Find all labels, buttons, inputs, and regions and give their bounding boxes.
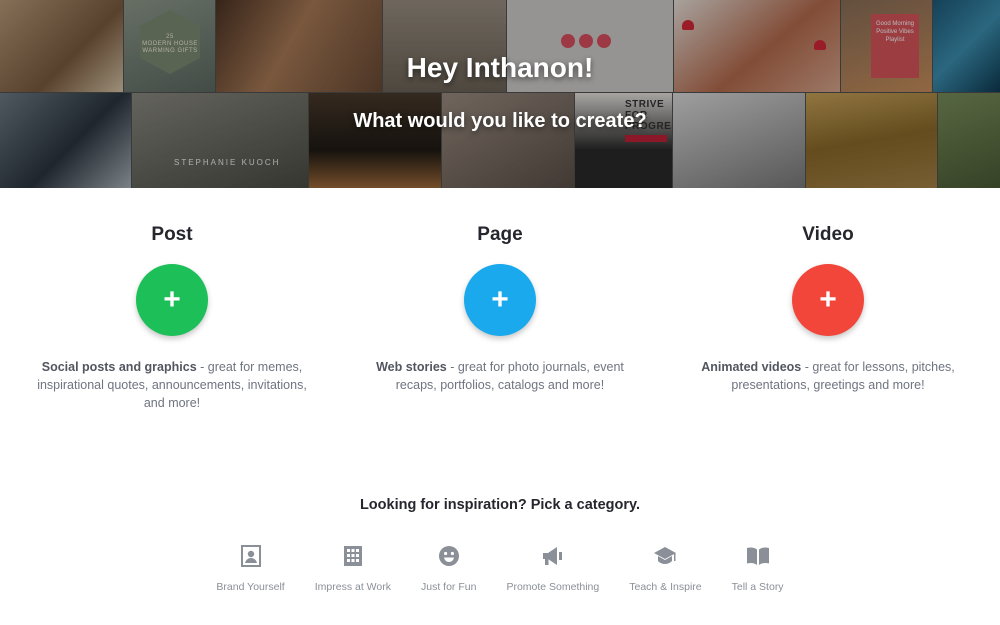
category-promote-something[interactable]: Promote Something	[506, 544, 599, 593]
megaphone-icon	[541, 544, 565, 568]
hero-photo-astronaut	[0, 93, 131, 188]
hero-banner: 25 MODERN HOUSE WARMING GIFTS Good Morni…	[0, 0, 1000, 188]
category-impress-at-work[interactable]: Impress at Work	[315, 544, 391, 593]
category-tell-a-story[interactable]: Tell a Story	[732, 544, 784, 593]
hero-photo-strive: STRIVE FOR PROGRESS	[575, 93, 672, 188]
building-icon	[341, 544, 365, 568]
hero-photo-wedding	[442, 93, 574, 188]
smiley-icon	[437, 544, 461, 568]
book-icon	[746, 544, 770, 568]
plus-icon: +	[819, 283, 837, 316]
option-description: Social posts and graphics - great for me…	[37, 360, 307, 410]
plus-icon: +	[163, 283, 181, 316]
create-video-button[interactable]: +	[792, 264, 864, 336]
graduation-cap-icon	[653, 544, 677, 568]
hero-photo-field	[806, 93, 937, 188]
create-post-button[interactable]: +	[136, 264, 208, 336]
create-page-button[interactable]: +	[464, 264, 536, 336]
hero-photo-house	[938, 93, 1000, 188]
hero-subtitle: What would you like to create?	[353, 110, 647, 132]
hero-title: Hey Inthanon!	[406, 52, 594, 83]
option-page: Page + Web stories - great for photo jou…	[350, 222, 650, 394]
category-just-for-fun[interactable]: Just for Fun	[421, 544, 476, 593]
portrait-icon	[239, 544, 263, 568]
category-teach-inspire[interactable]: Teach & Inspire	[629, 544, 702, 593]
hero-photo-stephanie: STEPHANIE KUOCH	[132, 93, 308, 188]
category-list: Brand Yourself Impress at Work Just for …	[0, 544, 1000, 593]
option-title: Page	[477, 224, 523, 245]
hero-photo-dog	[673, 93, 805, 188]
option-video: Video + Animated videos - great for less…	[678, 222, 978, 394]
option-description: Web stories - great for photo journals, …	[376, 360, 624, 392]
option-title: Video	[802, 224, 854, 245]
plus-icon: +	[491, 283, 509, 316]
option-description: Animated videos - great for lessons, pit…	[701, 360, 955, 392]
option-title: Post	[151, 224, 193, 245]
inspiration-title: Looking for inspiration? Pick a category…	[359, 497, 641, 513]
category-brand-yourself[interactable]: Brand Yourself	[216, 544, 285, 593]
option-post: Post + Social posts and graphics - great…	[22, 222, 322, 412]
hero-photo-harbor	[309, 93, 441, 188]
